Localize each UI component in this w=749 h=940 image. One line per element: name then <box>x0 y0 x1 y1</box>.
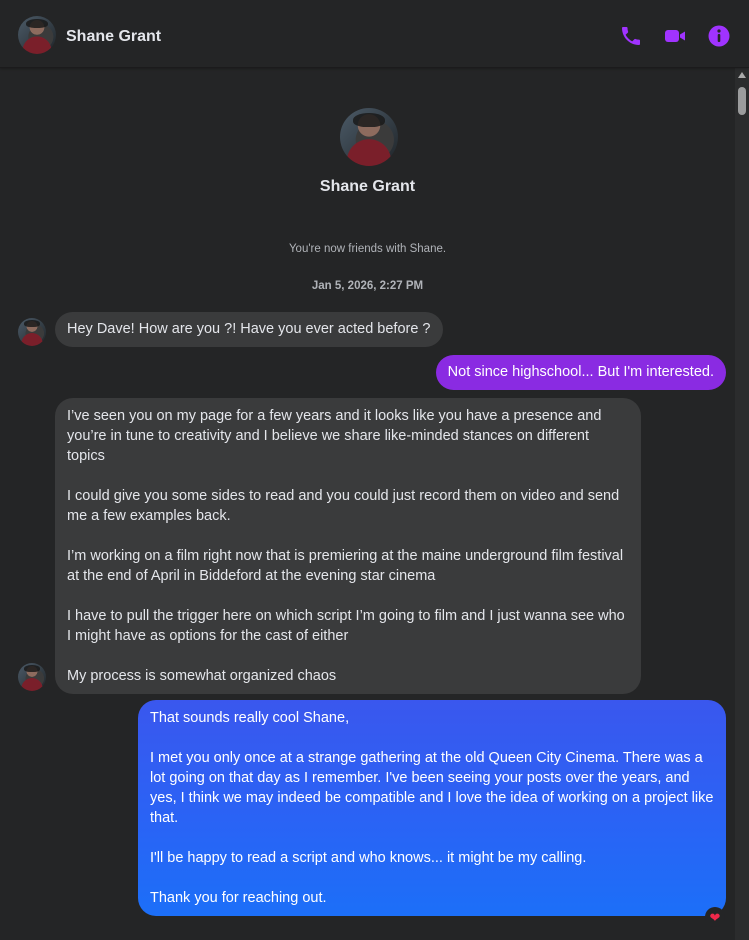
info-icon[interactable] <box>707 24 731 48</box>
contact-avatar[interactable] <box>18 16 56 54</box>
scrollbar-thumb[interactable] <box>738 87 746 115</box>
message-thread[interactable]: Shane Grant You're now friends with Shan… <box>0 68 735 940</box>
sender-avatar[interactable] <box>18 318 46 346</box>
phone-icon[interactable] <box>619 24 643 48</box>
incoming-message[interactable]: Hey Dave! How are you ?! Have you ever a… <box>55 312 443 347</box>
video-camera-icon[interactable] <box>663 24 687 48</box>
heart-reaction-icon[interactable]: ❤ <box>705 907 725 927</box>
outgoing-message[interactable]: Not since highschool... But I'm interest… <box>435 355 726 390</box>
message-timestamp: Jan 5, 2026, 2:27 PM <box>311 280 424 292</box>
friends-system-message: You're now friends with Shane. <box>288 243 447 255</box>
profile-name: Shane Grant <box>319 178 416 195</box>
scrollbar[interactable] <box>735 68 749 940</box>
contact-name[interactable]: Shane Grant <box>66 28 161 46</box>
incoming-message[interactable]: I’ve seen you on my page for a few years… <box>55 398 641 694</box>
scroll-up-arrow-icon[interactable] <box>738 72 746 78</box>
profile-avatar[interactable] <box>340 108 398 166</box>
conversation-header: Shane Grant <box>0 0 749 68</box>
outgoing-message[interactable]: That sounds really cool Shane, I met you… <box>138 700 726 916</box>
sender-avatar[interactable] <box>18 663 46 691</box>
